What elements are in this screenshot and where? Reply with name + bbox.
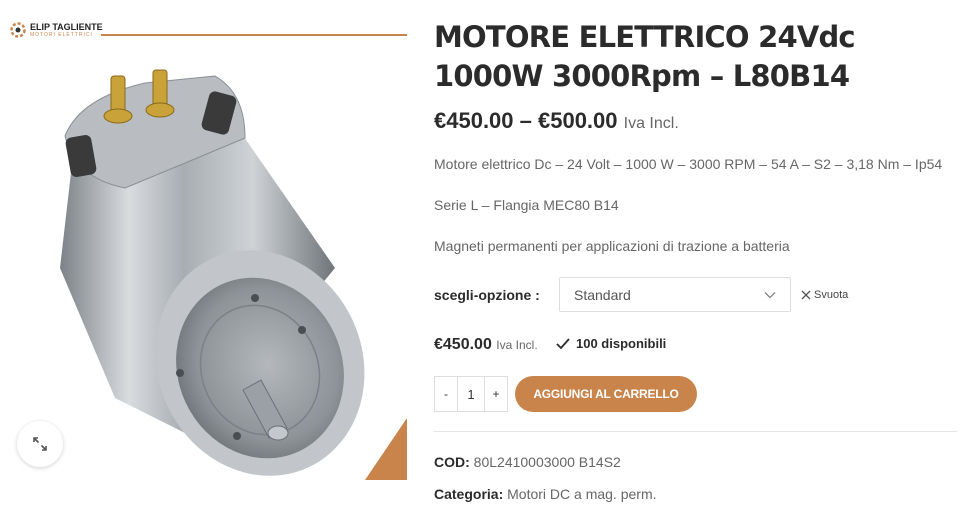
category-row: Categoria: Motori DC a mag. perm. [434,486,657,502]
close-icon [801,290,811,300]
variation-price: €450.00 Iva Incl. [434,336,538,354]
quantity-stepper[interactable]: - 1 + [434,376,508,412]
brand-logo: ELIP TAGLIENTE MOTORI ELETTRICI [10,22,103,38]
sku-value: 80L2410003000 B14S2 [473,454,621,470]
sku-row: COD: 80L2410003000 B14S2 [434,454,621,470]
brand-tagline: MOTORI ELETTRICI [30,31,93,38]
sku-label: COD: [434,454,470,470]
brand-divider [101,34,407,36]
option-label: scegli-opzione : [434,287,540,303]
description-line-1: Motore elettrico Dc – 24 Volt – 1000 W –… [434,156,943,172]
description-line-2: Serie L – Flangia MEC80 B14 [434,197,619,213]
chevron-down-icon [764,291,776,298]
stock-status: 100 disponibili [556,336,666,351]
qty-increase-button[interactable]: + [485,377,507,411]
option-select-value: Standard [574,286,631,303]
qty-input[interactable]: 1 [457,377,485,411]
stock-label: 100 disponibili [576,336,667,351]
category-label: Categoria: [434,486,504,502]
category-link[interactable]: Motori DC a mag. perm. [507,486,656,502]
description-line-3: Magneti permanenti per applicazioni di t… [434,238,790,254]
expand-icon [33,437,47,451]
price-range-value: €450.00 – €500.00 [434,108,618,133]
product-image[interactable] [5,18,407,480]
section-divider [434,431,957,432]
price-range: €450.00 – €500.00 Iva Incl. [434,108,679,134]
variation-price-value: €450.00 [434,336,492,353]
clear-option-label: Svuota [814,289,849,301]
price-vat-label: Iva Incl. [623,115,679,132]
variation-vat-label: Iva Incl. [496,338,538,352]
option-select[interactable]: Standard [559,277,791,312]
clear-option-link[interactable]: Svuota [801,289,848,301]
brand-name: ELIP TAGLIENTE [30,21,103,32]
brand-mark-icon [10,22,26,38]
product-title: MOTORE ELETTRICO 24Vdc 1000W 3000Rpm – L… [434,20,856,93]
qty-decrease-button[interactable]: - [435,377,457,411]
product-gallery[interactable]: ELIP TAGLIENTE MOTORI ELETTRICI [5,18,407,480]
zoom-button[interactable] [17,421,63,467]
add-to-cart-button[interactable]: AGGIUNGI AL CARRELLO [515,376,697,412]
checkmark-icon [556,337,570,349]
